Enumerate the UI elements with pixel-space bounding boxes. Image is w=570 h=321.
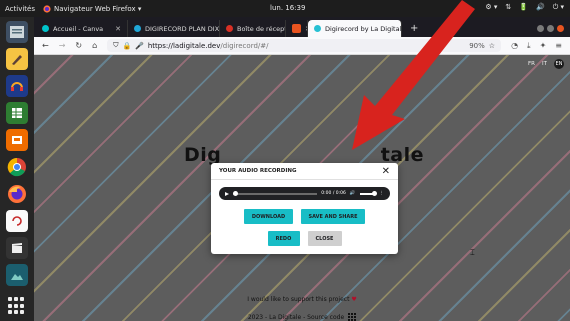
files-icon[interactable] bbox=[6, 21, 28, 43]
volume-icon[interactable]: 🔊 bbox=[350, 191, 356, 196]
tab-label: Digirecord by La Digitale bbox=[325, 24, 402, 33]
forward-icon[interactable]: → bbox=[59, 41, 66, 50]
canva-icon bbox=[42, 25, 49, 32]
ubuntu-dock bbox=[0, 17, 34, 321]
reload-icon[interactable]: ↻ bbox=[75, 41, 82, 50]
more-options-icon[interactable]: ⋮ bbox=[380, 191, 385, 196]
tab-digirecord-active[interactable]: Digirecord by La Digitale ✕ bbox=[308, 20, 402, 37]
credits-label[interactable]: 2023 - La Digitale - Source code bbox=[248, 314, 344, 321]
seek-bar[interactable] bbox=[233, 190, 318, 196]
time-display: 0:00 / 0:06 bbox=[321, 191, 346, 196]
settings-icon[interactable]: ⚙ ▾ bbox=[485, 3, 497, 12]
support-text[interactable]: I would like to support this project ♥ bbox=[34, 296, 570, 303]
text-editor-icon[interactable] bbox=[6, 48, 28, 70]
lang-it[interactable]: IT bbox=[542, 61, 547, 67]
back-icon[interactable]: ← bbox=[42, 41, 49, 50]
window-controls bbox=[531, 25, 570, 37]
app-menu[interactable]: Navigateur Web Firefox ▾ bbox=[43, 5, 141, 13]
digirecord-page: FR IT EN Dig tale I would like to suppor… bbox=[34, 55, 570, 321]
extensions-icon[interactable]: ✦ bbox=[540, 41, 547, 51]
tab-label: Boîte de réception bbox=[237, 24, 285, 33]
save-and-share-button[interactable]: SAVE AND SHARE bbox=[301, 209, 365, 224]
support-label: I would like to support this project bbox=[247, 296, 350, 303]
show-applications-icon[interactable] bbox=[8, 297, 26, 315]
firefox-icon[interactable] bbox=[6, 183, 28, 205]
lang-fr[interactable]: FR bbox=[528, 61, 535, 67]
tab-label: Accueil - Canva bbox=[53, 24, 104, 33]
power-icon[interactable]: ⏻ ▾ bbox=[553, 3, 564, 12]
modal-secondary-row: REDO CLOSE bbox=[211, 231, 398, 246]
home-icon[interactable]: ⌂ bbox=[92, 41, 97, 50]
tab-ubuntu[interactable]: ✕ bbox=[286, 20, 308, 37]
credits: 2023 - La Digitale - Source code bbox=[34, 313, 570, 321]
clock[interactable]: lun. 16:39 bbox=[270, 4, 305, 12]
tab-inbox[interactable]: Boîte de réception bbox=[220, 20, 286, 37]
audio-recording-modal: YOUR AUDIO RECORDING ✕ 0:00 / 0:06 🔊 ⋮ D… bbox=[211, 163, 398, 254]
downloads-icon[interactable]: ⤓ bbox=[527, 41, 531, 51]
toolbar-right: ◔ ⤓ ✦ ≡ bbox=[511, 41, 562, 51]
headphones-icon[interactable] bbox=[6, 75, 28, 97]
url-host: https://ladigitale.dev bbox=[147, 41, 221, 50]
permissions-icon[interactable]: 🎤 bbox=[135, 42, 144, 50]
battery-icon[interactable]: 🔋 bbox=[519, 3, 528, 12]
shield-icon[interactable]: ⛉ bbox=[113, 41, 118, 50]
volume-slider[interactable] bbox=[359, 190, 377, 196]
play-icon[interactable] bbox=[225, 191, 229, 196]
lock-icon[interactable]: 🔒 bbox=[122, 42, 131, 50]
pocket-icon[interactable]: ◔ bbox=[511, 41, 518, 51]
new-tab-button[interactable]: + bbox=[402, 20, 426, 37]
modal-actions-row: DOWNLOAD SAVE AND SHARE bbox=[211, 209, 398, 224]
mouse-cursor-icon: ⌶ bbox=[470, 248, 475, 257]
language-switcher: FR IT EN bbox=[528, 59, 564, 69]
heart-icon[interactable]: ♥ bbox=[351, 296, 356, 303]
landscape-icon[interactable] bbox=[6, 264, 28, 286]
zoom-level[interactable]: 90% bbox=[469, 42, 485, 50]
app-menu-label: Navigateur Web Firefox ▾ bbox=[54, 4, 142, 13]
minimize-button[interactable] bbox=[537, 25, 544, 32]
volume-icon[interactable]: 🔊 bbox=[536, 3, 545, 12]
modal-header: YOUR AUDIO RECORDING ✕ bbox=[211, 163, 398, 180]
tab-digirecord-plan[interactable]: DIGIRECORD PLAN DIXIT ✕ bbox=[128, 20, 220, 37]
clapper-icon[interactable] bbox=[6, 237, 28, 259]
slides-icon[interactable] bbox=[6, 129, 28, 151]
apps-grid-icon[interactable] bbox=[348, 313, 357, 321]
firefox-window: Accueil - Canva ✕ DIGIRECORD PLAN DIXIT … bbox=[34, 17, 570, 321]
digirecord-icon bbox=[134, 25, 141, 32]
audio-player: 0:00 / 0:06 🔊 ⋮ bbox=[219, 187, 390, 200]
download-button[interactable]: DOWNLOAD bbox=[244, 209, 293, 224]
maximize-button[interactable] bbox=[547, 25, 554, 32]
lang-en[interactable]: EN bbox=[554, 59, 564, 69]
screenshot-icon[interactable] bbox=[6, 210, 28, 232]
system-top-bar: Activités Navigateur Web Firefox ▾ lun. … bbox=[0, 0, 570, 17]
chrome-icon[interactable] bbox=[6, 156, 28, 178]
seek-knob[interactable] bbox=[233, 190, 238, 196]
url-path: /digirecord/#/ bbox=[220, 41, 269, 50]
modal-title: YOUR AUDIO RECORDING bbox=[219, 168, 297, 174]
spreadsheet-icon[interactable] bbox=[6, 102, 28, 124]
url-bar[interactable]: ⛉ 🔒 🎤 https://ladigitale.dev/digirecord/… bbox=[107, 39, 502, 52]
menu-icon[interactable]: ≡ bbox=[555, 41, 562, 51]
digirecord-icon bbox=[314, 25, 321, 32]
close-icon[interactable]: ✕ bbox=[115, 25, 121, 33]
close-button[interactable]: CLOSE bbox=[307, 231, 342, 246]
tab-label: DIGIRECORD PLAN DIXIT bbox=[145, 24, 220, 33]
redo-button[interactable]: REDO bbox=[267, 231, 300, 246]
navigation-bar: ← → ↻ ⌂ ⛉ 🔒 🎤 https://ladigitale.dev/dig… bbox=[34, 37, 570, 55]
close-window-button[interactable] bbox=[557, 25, 564, 32]
mail-icon bbox=[226, 25, 233, 32]
activities-button[interactable]: Activités bbox=[5, 5, 35, 13]
system-tray[interactable]: ⚙ ▾ ⇅ 🔋 🔊 ⏻ ▾ bbox=[485, 3, 564, 12]
tab-canva[interactable]: Accueil - Canva ✕ bbox=[36, 20, 128, 37]
close-icon[interactable]: ✕ bbox=[382, 166, 390, 177]
firefox-icon bbox=[43, 4, 51, 13]
network-icon[interactable]: ⇅ bbox=[505, 3, 511, 12]
bookmark-star-icon[interactable]: ☆ bbox=[489, 42, 495, 50]
volume-knob[interactable] bbox=[371, 190, 377, 196]
ubuntu-icon bbox=[292, 24, 301, 33]
tab-bar: Accueil - Canva ✕ DIGIRECORD PLAN DIXIT … bbox=[34, 17, 570, 37]
